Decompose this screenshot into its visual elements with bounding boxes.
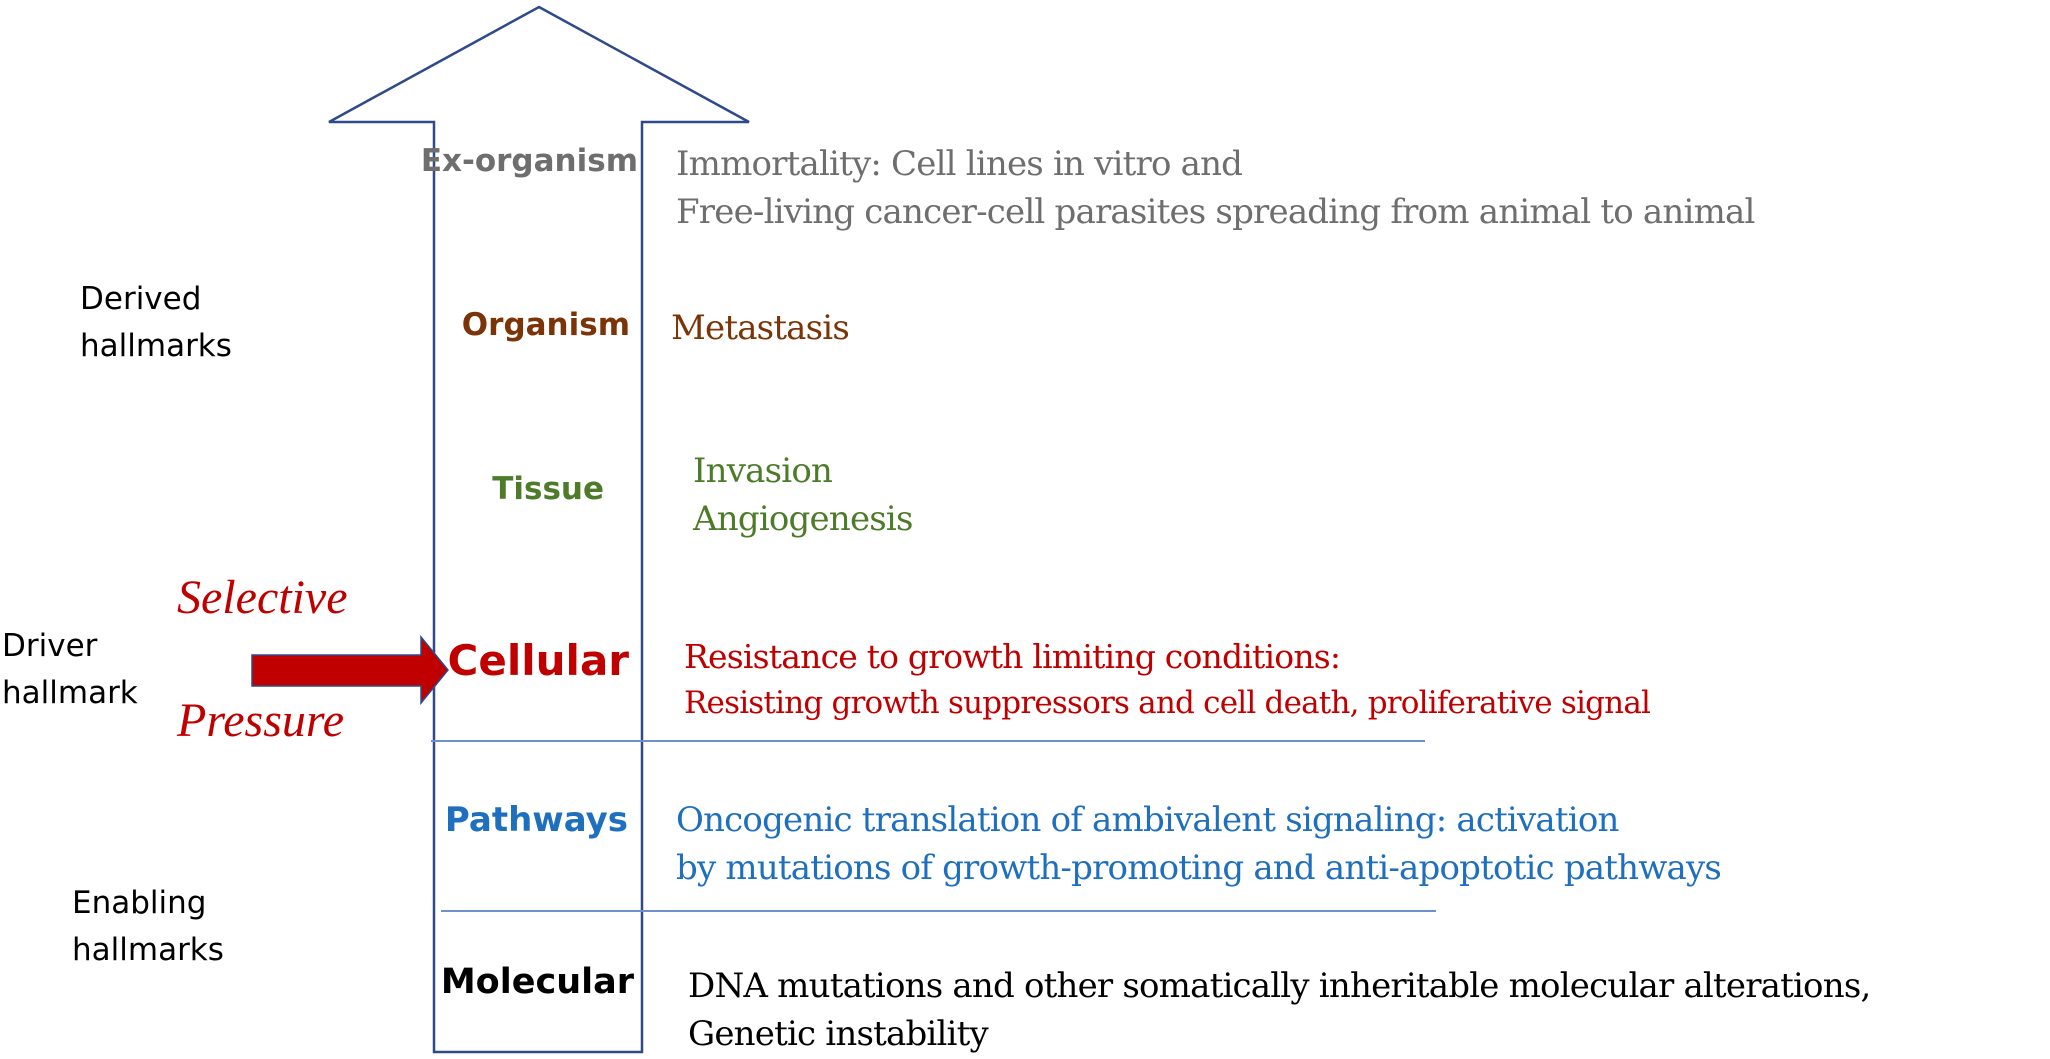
description-line: Metastasis	[671, 308, 850, 348]
cellular-description: Resistance to growth limiting conditions…	[684, 634, 1651, 725]
description-line: Free-living cancer-cell parasites spread…	[676, 192, 1755, 233]
level-organism: Organism	[461, 307, 630, 343]
molecular-description: DNA mutations and other somatically inhe…	[688, 962, 1871, 1059]
derived-hallmarks-label: Derived hallmarks	[80, 281, 232, 364]
description-line: Resistance to growth limiting conditions…	[684, 637, 1341, 676]
pathways-description: Oncogenic translation of ambivalent sign…	[676, 796, 1722, 893]
organism-description: Metastasis	[671, 304, 850, 352]
level-tissue: Tissue	[492, 471, 604, 507]
description-line: by mutations of growth-promoting and ant…	[676, 848, 1722, 889]
description-line: Invasion	[693, 451, 833, 491]
ex-organism-description: Immortality: Cell lines in vitro and Fre…	[676, 140, 1755, 237]
pressure-label: Pressure	[177, 694, 345, 747]
description-line: Oncogenic translation of ambivalent sign…	[676, 800, 1619, 840]
enabling-hallmarks-label: Enabling hallmarks	[72, 885, 224, 968]
selective-label: Selective	[177, 571, 348, 624]
description-line: DNA mutations and other somatically inhe…	[688, 966, 1871, 1006]
description-line: Resisting growth suppressors and cell de…	[684, 684, 1651, 721]
level-cellular: Cellular	[447, 636, 629, 685]
description-line: Genetic instability	[688, 1014, 989, 1055]
driver-hallmark-label: Driver hallmark	[2, 628, 138, 711]
level-molecular: Molecular	[440, 962, 634, 1002]
level-ex-organism: Ex-organism	[420, 143, 638, 179]
description-line: Angiogenesis	[693, 499, 913, 540]
level-pathways: Pathways	[444, 800, 628, 840]
tissue-description: Invasion Angiogenesis	[693, 447, 913, 544]
description-line: Immortality: Cell lines in vitro and	[676, 144, 1243, 184]
